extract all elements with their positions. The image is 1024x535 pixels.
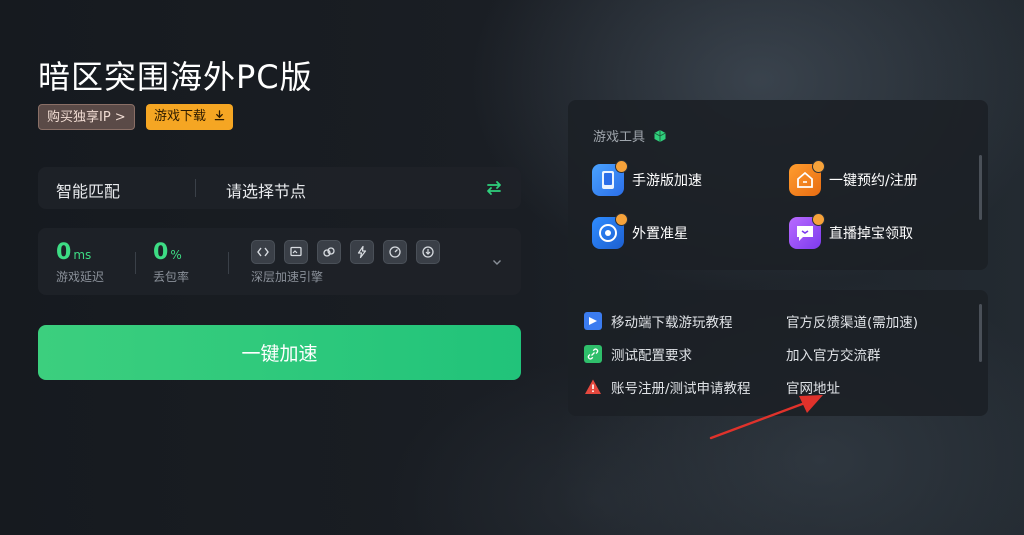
mobile-tutorial-link[interactable]: 移动端下载游玩教程 bbox=[584, 311, 733, 331]
scrollbar[interactable] bbox=[979, 304, 982, 362]
protocol-icon[interactable] bbox=[251, 240, 275, 264]
download-icon bbox=[214, 110, 225, 121]
reserve-register-icon bbox=[789, 160, 825, 196]
one-click-accelerate-button[interactable]: 一键加速 bbox=[38, 325, 521, 380]
config-requirements-link[interactable]: 测试配置要求 bbox=[584, 344, 692, 364]
latency-value: 0 ms bbox=[56, 240, 92, 265]
node-selector-bar: 智能匹配 请选择节点 bbox=[38, 167, 521, 209]
link-chain-icon[interactable] bbox=[317, 240, 341, 264]
divider bbox=[195, 179, 196, 197]
buy-dedicated-ip-button[interactable]: 购买独享IP > bbox=[38, 104, 135, 130]
link-label: 移动端下载游玩教程 bbox=[611, 315, 733, 331]
tool-label: 直播掉宝领取 bbox=[829, 226, 913, 242]
game-tools-panel: 游戏工具 手游版加速 一键预约/注册 外置准星 直播掉宝领取 bbox=[568, 100, 988, 270]
latency-label: 游戏延迟 bbox=[56, 270, 105, 284]
download-circle-icon[interactable] bbox=[416, 240, 440, 264]
live-drops-tool[interactable]: 直播掉宝领取 bbox=[789, 213, 913, 249]
crosshair-icon bbox=[592, 213, 628, 249]
tool-label: 外置准星 bbox=[632, 226, 688, 242]
scrollbar[interactable] bbox=[979, 155, 982, 220]
game-title: 暗区突围海外PC版 bbox=[38, 58, 313, 96]
annotation-arrow-icon bbox=[709, 395, 823, 440]
packet-loss-label: 丢包率 bbox=[153, 270, 190, 284]
lightning-icon[interactable] bbox=[350, 240, 374, 264]
node-select[interactable]: 请选择节点 bbox=[226, 178, 306, 202]
divider bbox=[135, 252, 136, 274]
link-label: 测试配置要求 bbox=[611, 348, 692, 364]
mobile-accel-icon bbox=[592, 160, 628, 196]
packet-loss-value: 0% bbox=[153, 240, 182, 265]
speed-gauge-icon[interactable] bbox=[383, 240, 407, 264]
mobile-accel-tool[interactable]: 手游版加速 bbox=[592, 160, 702, 196]
cube-icon bbox=[654, 130, 666, 142]
join-community-link[interactable]: 加入官方交流群 bbox=[786, 344, 881, 364]
link-icon bbox=[584, 345, 602, 363]
tool-label: 一键预约/注册 bbox=[829, 173, 918, 189]
crosshair-tool[interactable]: 外置准星 bbox=[592, 213, 688, 249]
reserve-register-tool[interactable]: 一键预约/注册 bbox=[789, 160, 918, 196]
smart-match-mode[interactable]: 智能匹配 bbox=[56, 178, 120, 202]
mobile-tutorial-icon bbox=[584, 312, 602, 330]
live-drops-icon bbox=[789, 213, 825, 249]
divider bbox=[228, 252, 229, 274]
engine-label: 深层加速引擎 bbox=[251, 270, 324, 284]
game-download-label: 游戏下载 bbox=[154, 109, 207, 124]
game-download-button[interactable]: 游戏下载 bbox=[146, 104, 234, 130]
official-feedback-link[interactable]: 官方反馈渠道(需加速) bbox=[786, 311, 918, 331]
warning-icon bbox=[584, 378, 602, 396]
game-tools-heading: 游戏工具 bbox=[593, 126, 667, 145]
screen-icon[interactable] bbox=[284, 240, 308, 264]
stats-panel: 0 ms 游戏延迟 0% 丢包率 深层加速引擎 bbox=[38, 228, 521, 295]
tool-label: 手游版加速 bbox=[632, 173, 702, 189]
chevron-down-icon[interactable] bbox=[491, 256, 503, 268]
swap-icon[interactable] bbox=[483, 177, 505, 199]
